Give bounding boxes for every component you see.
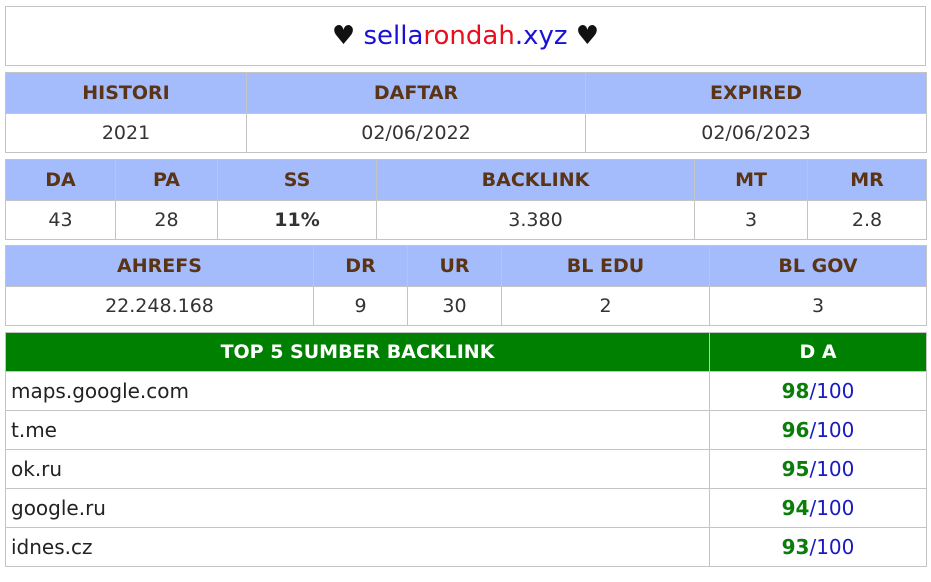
header-pa: PA	[115, 159, 218, 201]
header-histori: HISTORI	[5, 72, 247, 114]
header-ss: SS	[217, 159, 377, 201]
backlink-da: 95/100	[709, 449, 927, 489]
header-expired: EXPIRED	[585, 72, 927, 114]
value-dr: 9	[313, 286, 408, 326]
metrics-table: DA PA SS BACKLINK MT MR 43 28 11% 3.380 …	[5, 159, 927, 240]
backlink-site: t.me	[5, 410, 710, 450]
da-max: 100	[816, 535, 855, 559]
header-mr: MR	[807, 159, 927, 201]
value-ur: 30	[407, 286, 502, 326]
da-score: 93	[781, 535, 810, 559]
header-da: DA	[5, 159, 116, 201]
backlink-da: 98/100	[709, 371, 927, 411]
header-ahrefs: AHREFS	[5, 245, 314, 287]
backlink-da: 93/100	[709, 527, 927, 567]
da-max: 100	[816, 418, 855, 442]
header-mt: MT	[694, 159, 808, 201]
table-row: google.ru 94/100	[5, 488, 927, 528]
heart-icon: ♥	[331, 21, 356, 51]
header-backlink: BACKLINK	[376, 159, 695, 201]
value-da: 43	[5, 200, 116, 240]
backlink-site: google.ru	[5, 488, 710, 528]
value-ss: 11%	[217, 200, 377, 240]
top-backlinks-table: TOP 5 SUMBER BACKLINK D A maps.google.co…	[5, 332, 927, 567]
table-row: idnes.cz 93/100	[5, 527, 927, 567]
dates-table: HISTORI DAFTAR EXPIRED 2021 02/06/2022 0…	[5, 72, 927, 153]
da-max: 100	[816, 379, 855, 403]
domain-name-part2: rondah	[423, 21, 515, 51]
da-max: 100	[816, 496, 855, 520]
header-bl-edu: BL EDU	[501, 245, 710, 287]
domain-name-part1: sella	[363, 21, 424, 51]
page-title: ♥ sellarondah.xyz ♥	[5, 6, 926, 66]
heart-icon: ♥	[575, 21, 600, 51]
backlink-da: 94/100	[709, 488, 927, 528]
value-mr: 2.8	[807, 200, 927, 240]
domain-name-part3: .xyz	[514, 21, 568, 51]
table-row: ok.ru 95/100	[5, 449, 927, 489]
header-da-score: D A	[709, 332, 927, 372]
table-row: t.me 96/100	[5, 410, 927, 450]
backlink-site: ok.ru	[5, 449, 710, 489]
header-daftar: DAFTAR	[246, 72, 586, 114]
backlink-site: maps.google.com	[5, 371, 710, 411]
table-row: maps.google.com 98/100	[5, 371, 927, 411]
value-bl-edu: 2	[501, 286, 710, 326]
backlink-site: idnes.cz	[5, 527, 710, 567]
value-daftar: 02/06/2022	[246, 113, 586, 153]
backlink-da: 96/100	[709, 410, 927, 450]
header-ur: UR	[407, 245, 502, 287]
da-score: 96	[781, 418, 810, 442]
value-pa: 28	[115, 200, 218, 240]
da-max: 100	[816, 457, 855, 481]
da-score: 98	[781, 379, 810, 403]
da-score: 95	[781, 457, 810, 481]
header-bl-gov: BL GOV	[709, 245, 927, 287]
da-score: 94	[781, 496, 810, 520]
ahrefs-table: AHREFS DR UR BL EDU BL GOV 22.248.168 9 …	[5, 245, 927, 326]
header-top-sources: TOP 5 SUMBER BACKLINK	[5, 332, 710, 372]
value-mt: 3	[694, 200, 808, 240]
value-ahrefs: 22.248.168	[5, 286, 314, 326]
value-backlink: 3.380	[376, 200, 695, 240]
title-table: ♥ sellarondah.xyz ♥	[5, 6, 926, 66]
value-bl-gov: 3	[709, 286, 927, 326]
value-histori: 2021	[5, 113, 247, 153]
domain-report: ♥ sellarondah.xyz ♥ HISTORI DAFTAR EXPIR…	[0, 0, 931, 582]
value-expired: 02/06/2023	[585, 113, 927, 153]
header-dr: DR	[313, 245, 408, 287]
